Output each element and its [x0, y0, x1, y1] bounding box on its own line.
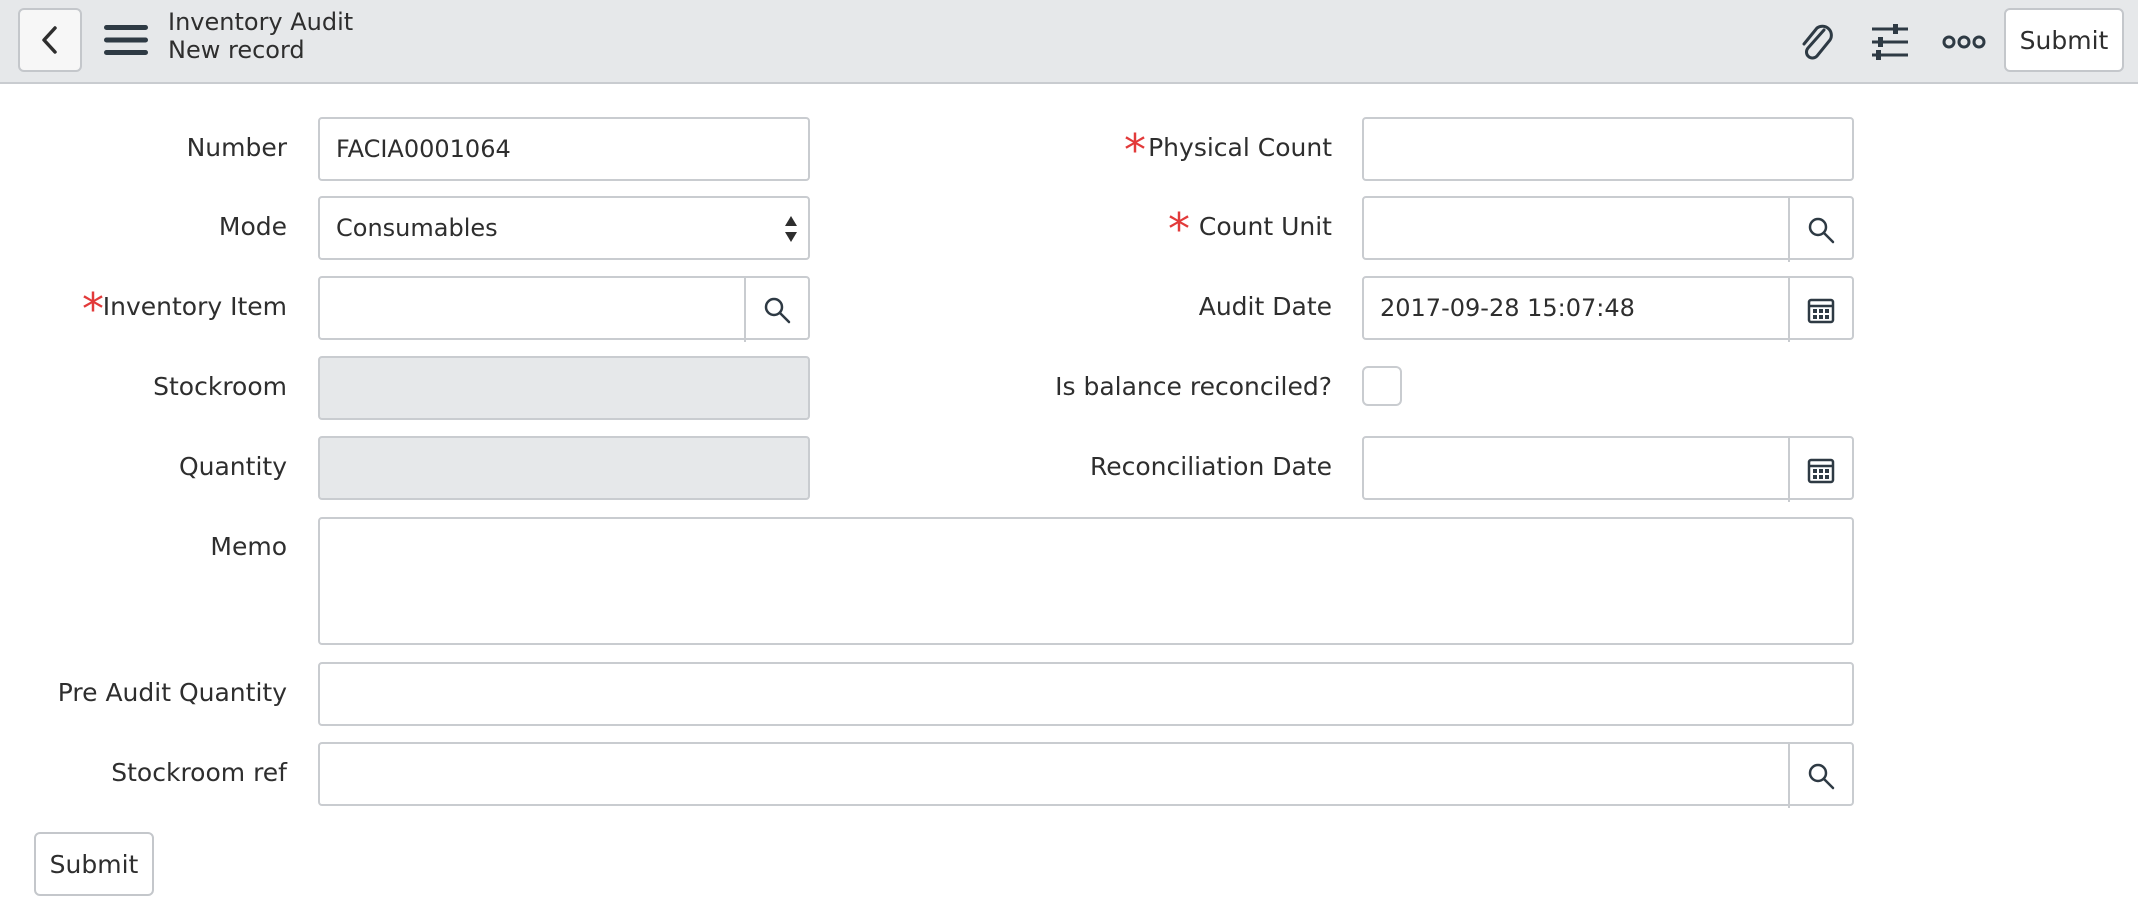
header-submit-button[interactable]: Submit — [2004, 8, 2124, 72]
attachment-button[interactable] — [1792, 18, 1840, 66]
calendar-icon — [1807, 458, 1835, 484]
required-indicator: * — [1168, 204, 1190, 255]
page-subtitle: New record — [168, 36, 305, 64]
count-unit-field[interactable] — [1362, 196, 1854, 262]
sliders-icon — [1872, 24, 1908, 60]
audit-date-label: Audit Date — [1198, 292, 1332, 321]
submit-button[interactable]: Submit — [34, 832, 154, 896]
memo-label: Memo — [210, 532, 287, 561]
inventory-item-lookup-button[interactable] — [744, 278, 808, 342]
physical-count-field[interactable] — [1362, 117, 1854, 181]
required-indicator: * — [1124, 125, 1146, 176]
number-label: Number — [186, 133, 287, 162]
calendar-icon — [1807, 298, 1835, 324]
select-arrows-icon — [785, 216, 797, 242]
pre-audit-quantity-label: Pre Audit Quantity — [57, 678, 287, 707]
stockroom-field — [318, 356, 810, 420]
audit-date-field[interactable]: 2017-09-28 15:07:48 — [1362, 276, 1854, 342]
reconciliation-date-picker-button[interactable] — [1788, 438, 1852, 502]
quantity-label: Quantity — [178, 452, 287, 481]
is-balance-reconciled-label: Is balance reconciled? — [1055, 372, 1332, 401]
back-button[interactable] — [18, 8, 82, 72]
number-field[interactable]: FACIA0001064 — [318, 117, 810, 181]
audit-date-picker-button[interactable] — [1788, 278, 1852, 342]
more-options-icon — [1942, 35, 1986, 49]
header-title-block: Inventory Audit New record — [168, 8, 353, 64]
chevron-left-icon — [42, 26, 57, 54]
mode-label: Mode — [218, 212, 287, 241]
inventory-item-label: Inventory Item — [102, 292, 287, 321]
reconciliation-date-field[interactable] — [1362, 436, 1854, 502]
required-indicator: * — [82, 284, 104, 335]
mode-select[interactable]: Consumables — [318, 196, 810, 260]
quantity-field — [318, 436, 810, 500]
search-icon — [1808, 763, 1835, 790]
inventory-item-field[interactable] — [318, 276, 810, 342]
reconciliation-date-label: Reconciliation Date — [1089, 452, 1332, 481]
paperclip-icon — [1802, 24, 1833, 60]
search-icon — [764, 297, 791, 324]
memo-textarea[interactable] — [318, 517, 1854, 645]
is-balance-reconciled-checkbox[interactable] — [1362, 366, 1402, 406]
pre-audit-quantity-field[interactable] — [318, 662, 1854, 726]
count-unit-lookup-button[interactable] — [1788, 198, 1852, 262]
stockroom-ref-field[interactable] — [318, 742, 1854, 808]
hamburger-menu-icon[interactable] — [104, 23, 148, 57]
stockroom-ref-lookup-button[interactable] — [1788, 744, 1852, 808]
audit-date-value: 2017-09-28 15:07:48 — [1380, 294, 1635, 322]
search-icon — [1808, 217, 1835, 244]
stockroom-label: Stockroom — [153, 372, 287, 401]
more-options-button[interactable] — [1940, 18, 1988, 66]
page-title: Inventory Audit — [168, 8, 354, 36]
personalize-form-button[interactable] — [1866, 18, 1914, 66]
form-header: Inventory Audit New record Submit — [0, 0, 2138, 84]
mode-selected-value: Consumables — [336, 214, 498, 242]
physical-count-label: Physical Count — [1148, 133, 1332, 162]
count-unit-label: Count Unit — [1198, 212, 1332, 241]
stockroom-ref-label: Stockroom ref — [111, 758, 287, 787]
